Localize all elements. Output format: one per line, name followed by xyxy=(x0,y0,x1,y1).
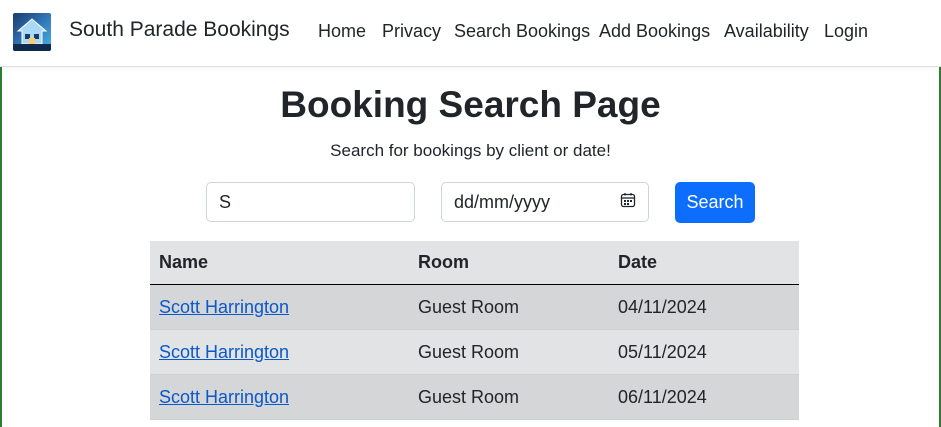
header-room: Room xyxy=(409,241,609,285)
page-title: Booking Search Page xyxy=(280,84,661,125)
header-date: Date xyxy=(609,241,799,285)
nav-availability[interactable]: Availability xyxy=(724,21,809,42)
navbar: South Parade Bookings Home Privacy Searc… xyxy=(0,0,941,67)
cell-name: Scott Harrington xyxy=(150,374,409,420)
cell-name: Scott Harrington xyxy=(150,329,409,375)
cell-room: Guest Room xyxy=(409,284,609,330)
table-row: Scott Harrington Guest Room 06/11/2024 xyxy=(150,374,799,420)
client-link[interactable]: Scott Harrington xyxy=(159,342,289,362)
nav-add-bookings[interactable]: Add Bookings xyxy=(599,21,710,42)
table-header-row: Name Room Date xyxy=(150,241,799,285)
table-row: Scott Harrington Guest Room 05/11/2024 xyxy=(150,329,799,375)
results-table: Name Room Date Scott Harrington Guest Ro… xyxy=(150,241,799,420)
page-subtitle: Search for bookings by client or date! xyxy=(330,141,611,160)
nav-login[interactable]: Login xyxy=(824,21,868,42)
nav-home[interactable]: Home xyxy=(318,21,366,42)
brand-link[interactable]: South Parade Bookings xyxy=(69,18,290,42)
nav-privacy[interactable]: Privacy xyxy=(382,21,441,42)
cell-date: 06/11/2024 xyxy=(609,374,799,420)
search-input[interactable] xyxy=(206,182,415,222)
date-placeholder: dd/mm/yyyy xyxy=(454,191,551,212)
cell-room: Guest Room xyxy=(409,329,609,375)
date-input[interactable]: dd/mm/yyyy xyxy=(441,182,649,222)
client-link[interactable]: Scott Harrington xyxy=(159,387,289,407)
cell-room: Guest Room xyxy=(409,374,609,420)
nav-search-bookings[interactable]: Search Bookings xyxy=(454,21,590,42)
cell-name: Scott Harrington xyxy=(150,284,409,330)
header-name: Name xyxy=(150,241,409,285)
house-logo-icon[interactable] xyxy=(13,13,51,51)
cell-date: 04/11/2024 xyxy=(609,284,799,330)
search-button[interactable]: Search xyxy=(675,182,755,223)
client-link[interactable]: Scott Harrington xyxy=(159,297,289,317)
calendar-icon[interactable] xyxy=(620,192,636,213)
cell-date: 05/11/2024 xyxy=(609,329,799,375)
table-row: Scott Harrington Guest Room 04/11/2024 xyxy=(150,284,799,330)
